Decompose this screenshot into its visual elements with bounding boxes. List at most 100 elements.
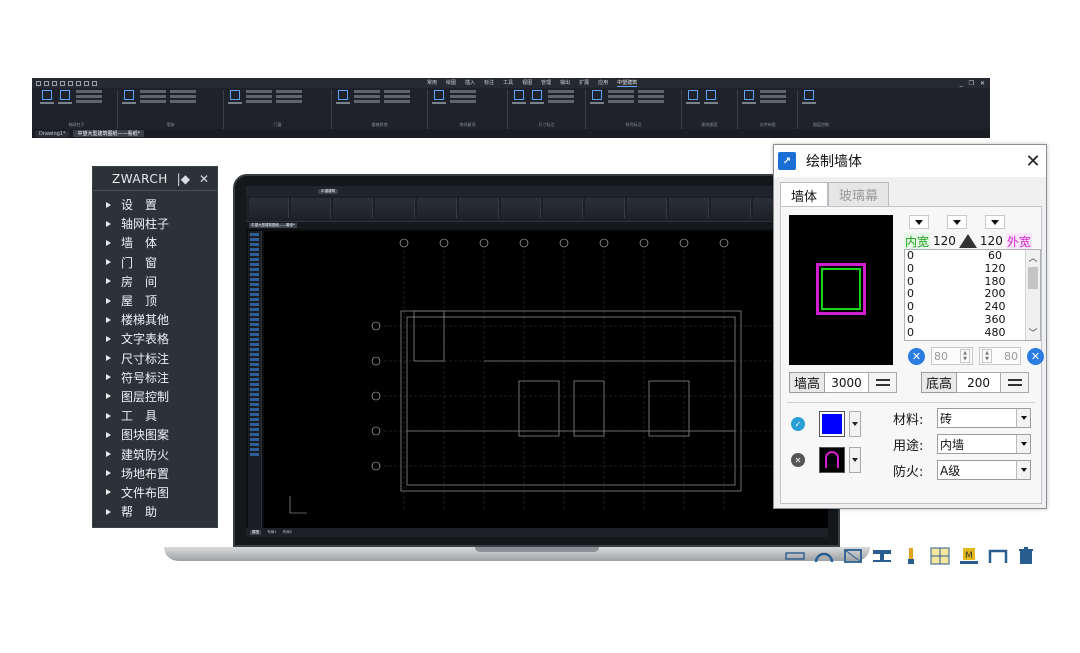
- side-menu-item[interactable]: 帮 助: [93, 502, 217, 521]
- check-icon[interactable]: ✓: [791, 417, 805, 431]
- tab-wall[interactable]: 墙体: [780, 182, 829, 207]
- hatch-pattern-swatch[interactable]: [819, 447, 845, 473]
- layout-tab-model[interactable]: 模型: [250, 530, 262, 535]
- axis-wall-icon[interactable]: [929, 546, 951, 566]
- menu-item-active[interactable]: 中望建筑: [617, 79, 638, 87]
- inner-align-dropdown[interactable]: [909, 215, 929, 229]
- side-menu-item[interactable]: 符号标注: [93, 368, 217, 387]
- screen-doc-tab[interactable]: 中望大型建筑图纸——看纸*: [249, 223, 297, 228]
- menu-item[interactable]: 输出: [560, 79, 570, 87]
- close-icon[interactable]: ✕: [1020, 151, 1046, 172]
- tab-glass-curtain[interactable]: 玻璃幕: [828, 182, 890, 206]
- scroll-thumb[interactable]: [1028, 267, 1038, 289]
- side-menu-item[interactable]: 屋 顶: [93, 291, 217, 310]
- outer-align-dropdown[interactable]: [985, 215, 1005, 229]
- screen-active-menu[interactable]: 中望建筑: [318, 188, 339, 194]
- list-item[interactable]: 0 120: [905, 262, 1040, 276]
- side-menu-item[interactable]: 轴网柱子: [93, 214, 217, 233]
- fire-select[interactable]: A级: [937, 460, 1031, 480]
- ribbon-tool-icon[interactable]: [40, 90, 54, 104]
- cross-icon[interactable]: ✕: [791, 453, 805, 467]
- offset-wall-icon[interactable]: [871, 546, 893, 566]
- list-item[interactable]: 0 60: [905, 250, 1040, 263]
- ribbon-tool-icon[interactable]: [122, 90, 136, 104]
- ribbon-tool-icon[interactable]: [228, 90, 242, 104]
- list-item[interactable]: 0 240: [905, 300, 1040, 314]
- straight-wall-icon[interactable]: [784, 546, 806, 566]
- usage-select[interactable]: 内墙: [937, 434, 1031, 454]
- side-menu-item[interactable]: 工 具: [93, 406, 217, 425]
- list-item[interactable]: 0 480: [905, 326, 1040, 340]
- side-menu-item[interactable]: 房 间: [93, 272, 217, 291]
- swap-sides-icon[interactable]: [958, 234, 977, 248]
- menu-item[interactable]: 绘图: [446, 79, 456, 87]
- quick-access-toolbar[interactable]: [36, 80, 97, 86]
- side-menu-item[interactable]: 门 窗: [93, 253, 217, 272]
- list-scrollbar[interactable]: ︿ ﹀: [1025, 250, 1040, 340]
- side-menu-item[interactable]: 墙 体: [93, 233, 217, 252]
- line-color-swatch[interactable]: [819, 411, 845, 437]
- menu-item[interactable]: 扩展: [579, 79, 589, 87]
- spinner-icon[interactable]: ▲ ▼: [960, 349, 970, 363]
- ribbon-tool-icon[interactable]: [512, 90, 526, 104]
- clear-right-icon[interactable]: ✕: [1027, 347, 1044, 365]
- base-height-spinner[interactable]: [1001, 372, 1030, 393]
- side-menu-item[interactable]: 文字表格: [93, 329, 217, 348]
- spinner-icon[interactable]: ▲ ▼: [982, 349, 992, 363]
- side-menu-item[interactable]: 楼梯其他: [93, 310, 217, 329]
- delete-icon[interactable]: [1015, 546, 1037, 566]
- doc-tab[interactable]: Drawing1*: [35, 130, 70, 137]
- menu-item[interactable]: 工具: [503, 79, 513, 87]
- ribbon-tool-icon[interactable]: [58, 90, 72, 104]
- scroll-up-icon[interactable]: ︿: [1026, 250, 1040, 265]
- side-menu-item[interactable]: 设 置: [93, 195, 217, 214]
- close-icon[interactable]: ✕: [199, 172, 209, 186]
- right-step-input[interactable]: 80 ▲ ▼: [979, 347, 1021, 365]
- width-preset-list[interactable]: 0 60 0 120 0 180 0 200 0 240 0 360 0 480 ︿ ﹀: [904, 249, 1041, 341]
- side-menu-item[interactable]: 图块图案: [93, 425, 217, 444]
- line-color-dropdown[interactable]: [849, 411, 861, 437]
- restore-icon[interactable]: ❐: [969, 80, 974, 87]
- layout-tab[interactable]: 布局2: [283, 530, 292, 535]
- outer-width-value[interactable]: 120: [980, 234, 1003, 248]
- list-item[interactable]: 0 360: [905, 313, 1040, 327]
- side-menu-item[interactable]: 场地布置: [93, 464, 217, 483]
- rectangle-wall-icon[interactable]: [842, 546, 864, 566]
- pick-wall-icon[interactable]: [900, 546, 922, 566]
- menu-item[interactable]: 视图: [522, 79, 532, 87]
- menu-item[interactable]: 管理: [541, 79, 551, 87]
- doc-tab-active[interactable]: 中望大型建筑图纸——看纸*: [73, 130, 144, 137]
- list-item[interactable]: 0 180: [905, 275, 1040, 289]
- chevron-down-icon[interactable]: [1016, 435, 1030, 453]
- ribbon-tool-icon[interactable]: [686, 90, 700, 104]
- side-menu-item[interactable]: 尺寸标注: [93, 349, 217, 368]
- side-menu-item[interactable]: 建筑防火: [93, 444, 217, 463]
- wall-height-spinner[interactable]: [869, 372, 898, 393]
- ribbon-tool-icon[interactable]: [336, 90, 350, 104]
- center-align-dropdown[interactable]: [947, 215, 967, 229]
- menu-item[interactable]: 插入: [465, 79, 475, 87]
- arc-wall-icon[interactable]: [813, 546, 835, 566]
- ribbon-tool-icon[interactable]: [704, 90, 718, 104]
- list-item[interactable]: 0 200: [905, 288, 1040, 301]
- minimize-icon[interactable]: _: [960, 80, 963, 87]
- base-height-input[interactable]: 200: [957, 372, 1002, 393]
- ribbon-tool-icon[interactable]: [530, 90, 544, 104]
- clear-left-icon[interactable]: ✕: [908, 347, 925, 365]
- layout-tab[interactable]: 布局1: [267, 530, 276, 535]
- u-wall-icon[interactable]: [987, 546, 1009, 566]
- wall-height-input[interactable]: 3000: [825, 372, 870, 393]
- ribbon-tool-icon[interactable]: [802, 90, 816, 104]
- hatch-dropdown[interactable]: [849, 447, 861, 473]
- cad-drawing-canvas[interactable]: [264, 231, 828, 528]
- screen-tool-palette[interactable]: [248, 231, 262, 528]
- side-menu-item[interactable]: 文件布图: [93, 483, 217, 502]
- merge-wall-icon[interactable]: M: [958, 546, 980, 566]
- left-step-input[interactable]: 80 ▲ ▼: [931, 347, 973, 365]
- close-icon[interactable]: ✕: [980, 80, 985, 87]
- ribbon-tool-icon[interactable]: [590, 90, 604, 104]
- menu-item[interactable]: 标注: [484, 79, 494, 87]
- side-menu-item[interactable]: 图层控制: [93, 387, 217, 406]
- scroll-down-icon[interactable]: ﹀: [1026, 325, 1040, 340]
- ribbon-tool-icon[interactable]: [432, 90, 446, 104]
